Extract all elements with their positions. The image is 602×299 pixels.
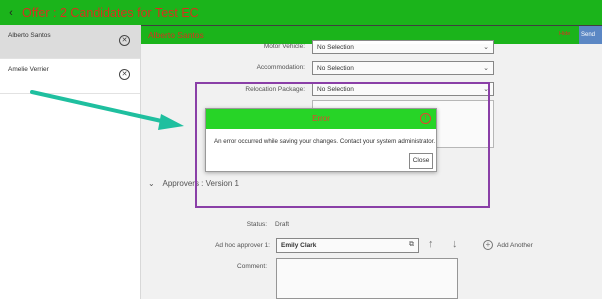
page-title: Offer : 2 Candidates for Test EC <box>22 5 199 20</box>
dialog-header: Error ! <box>206 109 436 129</box>
candidate-name: Alberto Santos <box>8 32 51 39</box>
close-circle-icon[interactable]: ✕ <box>119 69 130 80</box>
candidate-name: Amelie Verrier <box>8 66 49 73</box>
top-bar: ‹ Offer : 2 Candidates for Test EC <box>0 0 602 25</box>
error-dialog: Error ! An error occurred while saving y… <box>205 108 437 172</box>
close-circle-icon[interactable]: ✕ <box>119 35 130 46</box>
close-button[interactable]: Close <box>409 153 433 169</box>
dialog-message: An error occurred while saving your chan… <box>214 138 436 145</box>
dialog-title: Error <box>312 114 330 123</box>
candidate-header-name: Alberto Santos <box>148 30 204 40</box>
send-button[interactable]: Send <box>579 26 602 44</box>
chevron-left-icon[interactable]: ‹ <box>0 7 22 19</box>
annotation-arrow-icon <box>30 90 184 130</box>
hide-button[interactable]: Hide <box>559 31 570 37</box>
candidate-sidebar: Alberto Santos ✕ Amelie Verrier ✕ <box>0 25 141 299</box>
error-icon: ! <box>420 113 431 124</box>
sidebar-item-alberto-santos[interactable]: Alberto Santos ✕ <box>0 25 140 59</box>
